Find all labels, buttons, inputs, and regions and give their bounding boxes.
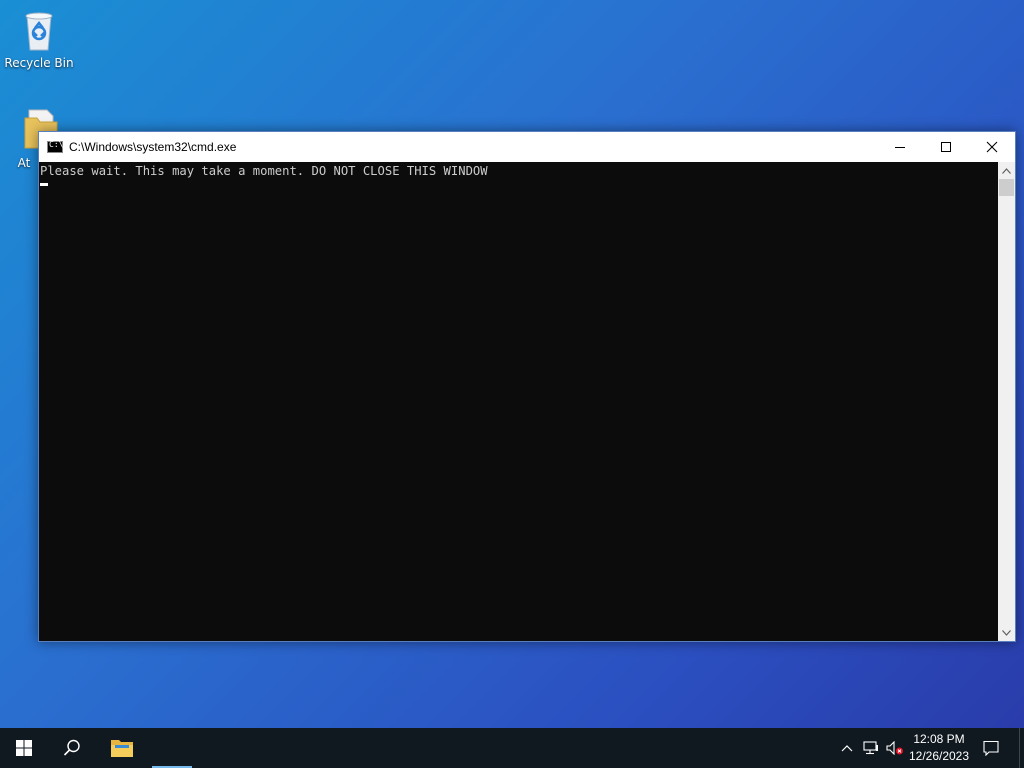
close-icon <box>986 141 998 153</box>
title-bar[interactable]: C:\ C:\Windows\system32\cmd.exe <box>39 132 1015 162</box>
show-hidden-icons-button[interactable] <box>836 728 858 768</box>
desktop-icon-label: At <box>17 156 31 170</box>
console-icon-text: C:\ <box>49 140 64 149</box>
volume-muted-icon <box>886 741 903 755</box>
notification-icon <box>983 740 999 756</box>
clock-date: 12/26/2023 <box>908 749 970 763</box>
search-icon <box>63 739 80 756</box>
file-explorer-icon <box>111 740 133 757</box>
console-output[interactable]: Please wait. This may take a moment. DO … <box>39 162 998 641</box>
maximize-button[interactable] <box>923 132 969 162</box>
network-button[interactable] <box>860 728 882 768</box>
console-icon: C:\ <box>47 140 64 153</box>
window-controls <box>877 132 1015 162</box>
taskbar-clock[interactable]: 12:08 PM 12/26/2023 <box>906 728 972 768</box>
start-button[interactable] <box>0 728 48 768</box>
chevron-up-icon <box>1002 167 1011 174</box>
scroll-thumb[interactable] <box>999 179 1014 196</box>
chevron-up-icon <box>841 745 853 752</box>
vertical-scrollbar[interactable] <box>998 162 1015 641</box>
clock-time: 12:08 PM <box>913 732 965 746</box>
minimize-button[interactable] <box>877 132 923 162</box>
console-line: Please wait. This may take a moment. DO … <box>40 164 488 178</box>
maximize-icon <box>941 142 951 152</box>
window-title: C:\Windows\system32\cmd.exe <box>69 140 237 154</box>
windows-logo-icon <box>16 740 32 756</box>
desktop: Recycle Bin At C:\ C:\Windows\system32\c… <box>0 0 1024 768</box>
minimize-icon <box>895 147 905 148</box>
search-button[interactable] <box>48 728 96 768</box>
taskbar-file-explorer[interactable] <box>98 728 146 768</box>
recycle-bin-icon <box>25 12 53 51</box>
desktop-icon-recycle-bin[interactable]: Recycle Bin <box>1 6 77 70</box>
action-center-button[interactable] <box>976 728 1006 768</box>
scroll-down-button[interactable] <box>998 624 1015 641</box>
show-desktop-button[interactable] <box>1019 728 1024 768</box>
network-icon <box>863 741 878 755</box>
scroll-up-button[interactable] <box>998 162 1015 179</box>
text-cursor <box>40 183 48 186</box>
volume-button[interactable] <box>884 728 906 768</box>
close-button[interactable] <box>969 132 1015 162</box>
taskbar: 12:08 PM 12/26/2023 <box>0 728 1024 768</box>
chevron-down-icon <box>1002 629 1011 636</box>
desktop-icon-label: Recycle Bin <box>4 56 74 70</box>
cmd-window[interactable]: C:\ C:\Windows\system32\cmd.exe Please w… <box>38 131 1016 642</box>
